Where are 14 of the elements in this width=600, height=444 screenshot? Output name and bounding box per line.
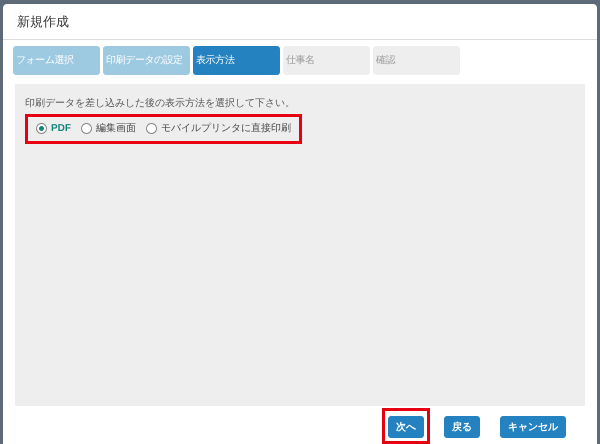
dialog-button[interactable]: 次へ	[388, 416, 424, 438]
instruction-text: 印刷データを差し込みした後の表示方法を選択して下さい。	[25, 96, 296, 111]
step-tab[interactable]: 仕事名	[283, 46, 370, 75]
radio-icon[interactable]	[81, 123, 92, 134]
step-tab[interactable]: 表示方法	[193, 46, 280, 75]
dialog-button[interactable]: 戻る	[444, 416, 480, 438]
radio-icon[interactable]	[146, 123, 157, 134]
radio-option[interactable]: 編集画面	[81, 121, 136, 136]
dialog-button[interactable]: キャンセル	[500, 416, 566, 438]
dialog-title: 新規作成	[17, 12, 69, 31]
radio-option[interactable]: モバイルプリンタに直接印刷	[146, 121, 291, 136]
step-tab[interactable]: 確認	[373, 46, 460, 75]
radio-icon[interactable]	[36, 123, 47, 134]
radio-option[interactable]: PDF	[36, 121, 71, 136]
